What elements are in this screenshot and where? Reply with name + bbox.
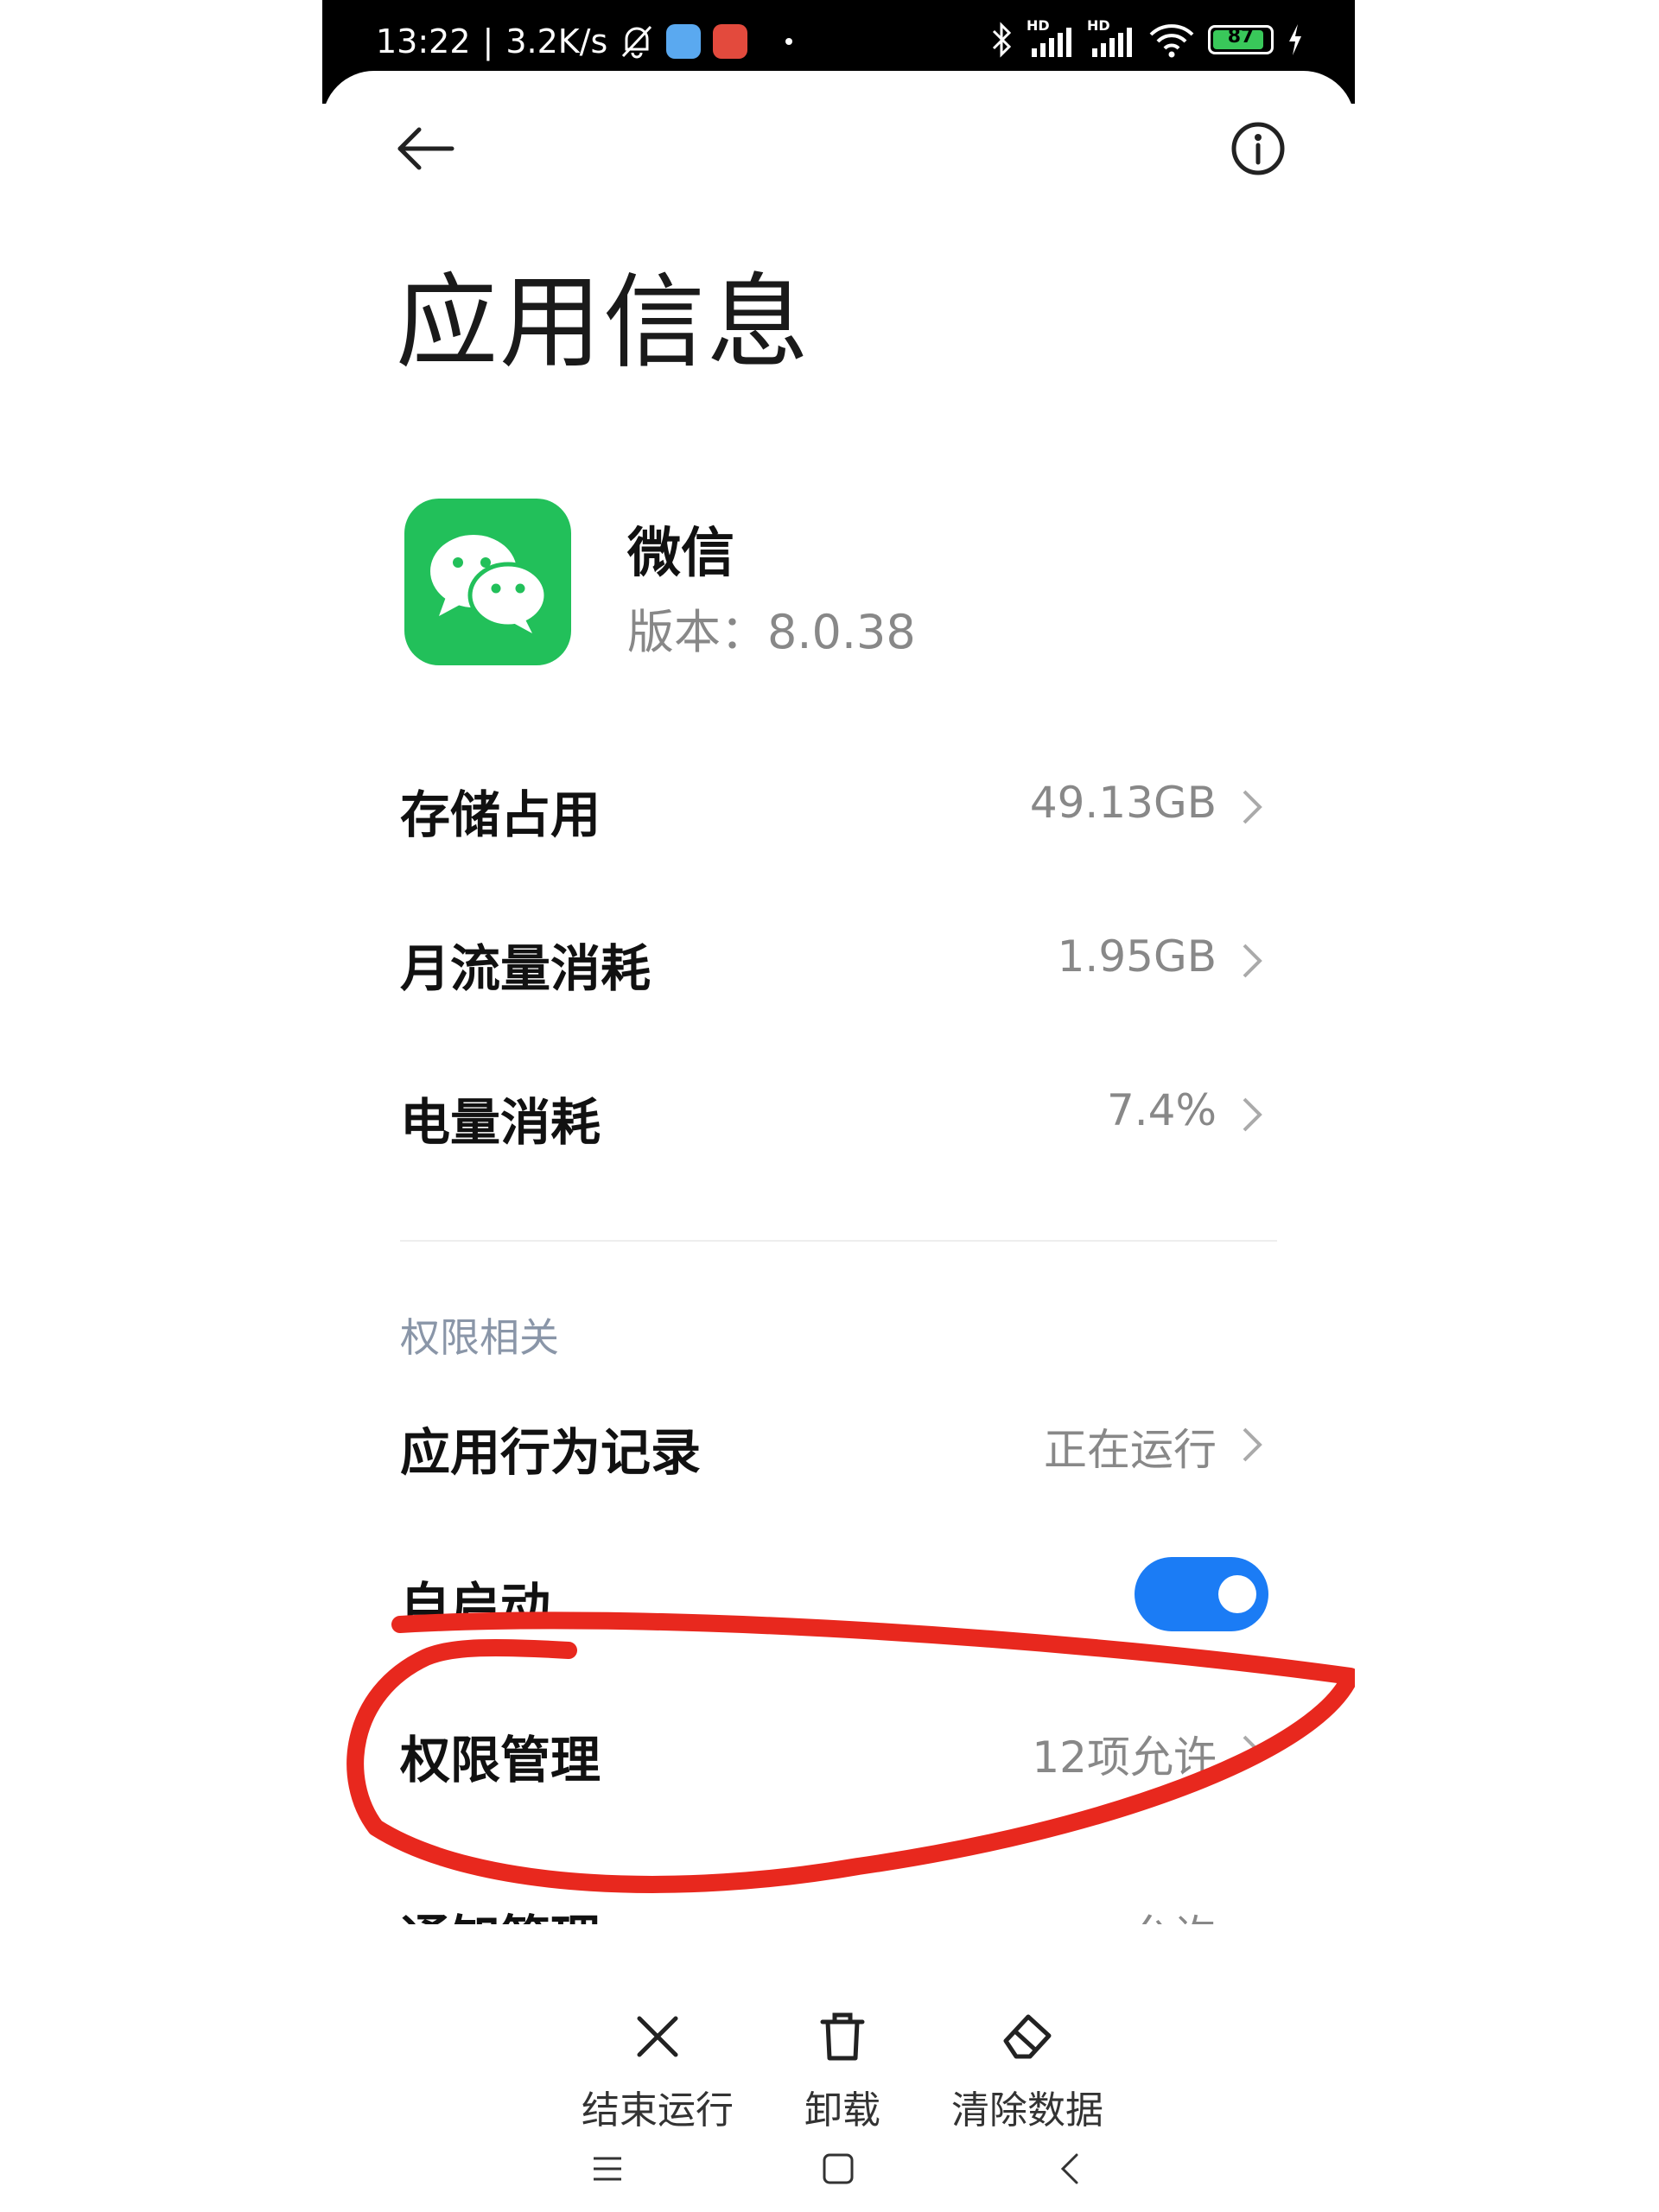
notification-value: 允许 xyxy=(1130,1902,1217,1924)
autostart-row[interactable]: 自启动 xyxy=(400,1545,1277,1649)
notification-label: 通知管理 xyxy=(400,1898,601,1924)
chevron-right-icon xyxy=(1243,1097,1262,1132)
app-behavior-row[interactable]: 应用行为记录 正在运行 xyxy=(400,1391,1277,1495)
home-icon[interactable] xyxy=(821,2152,855,2186)
clear-data-button[interactable]: 清除数据 xyxy=(915,2006,1140,2134)
close-icon xyxy=(637,2016,678,2057)
signal-2: HD xyxy=(1087,17,1135,59)
info-icon[interactable] xyxy=(1224,114,1293,183)
chevron-right-icon xyxy=(1243,790,1262,824)
wechat-logo-icon xyxy=(429,534,548,633)
page-title: 应用信息 xyxy=(396,263,811,382)
system-nav-bar xyxy=(322,2152,1355,2212)
menu-icon[interactable] xyxy=(590,2152,625,2186)
battery-usage-row[interactable]: 电量消耗 7.4% xyxy=(400,1061,1277,1165)
app-behavior-label: 应用行为记录 xyxy=(400,1423,702,1482)
permission-management-value: 12项允许 xyxy=(1032,1732,1217,1783)
app-name: 微信 xyxy=(627,521,735,584)
signal-1: HD xyxy=(1027,17,1075,59)
storage-value: 49.13GB xyxy=(1029,778,1217,828)
autostart-toggle[interactable] xyxy=(1135,1557,1268,1631)
app-version: 版本：8.0.38 xyxy=(627,605,916,659)
top-bar xyxy=(322,71,1355,218)
signal-bars-icon xyxy=(1032,28,1071,57)
status-time: 13:22 xyxy=(376,22,471,60)
chevron-right-icon xyxy=(1243,1735,1262,1770)
weather-app-icon xyxy=(666,24,702,59)
status-right: HD HD 87 xyxy=(988,17,1305,59)
status-speed: 3.2K/s xyxy=(505,22,608,60)
back-icon[interactable] xyxy=(1052,2152,1087,2186)
autostart-label: 自启动 xyxy=(400,1577,551,1636)
section-divider xyxy=(400,1240,1277,1242)
wifi-icon xyxy=(1149,24,1194,58)
app-behavior-value: 正在运行 xyxy=(1044,1425,1217,1475)
signal-bars-icon xyxy=(1092,28,1132,57)
wechat-app-icon xyxy=(404,499,571,665)
chevron-right-icon xyxy=(1243,1427,1262,1462)
charging-icon xyxy=(1289,24,1301,55)
data-usage-label: 月流量消耗 xyxy=(400,939,652,998)
back-arrow-icon[interactable] xyxy=(391,114,461,183)
trash-icon xyxy=(820,2012,865,2061)
bluetooth-icon xyxy=(992,22,1012,58)
bottom-actions: 结束运行 卸载 清除数据 xyxy=(322,2006,1355,2145)
battery-usage-value: 7.4% xyxy=(1106,1085,1217,1135)
permissions-section-label: 权限相关 xyxy=(400,1314,559,1361)
phone-screen: 13:22 | 3.2K/s HD HD 87 应用信息 微信 版本：8.0.3… xyxy=(322,0,1355,2212)
clear-data-label: 清除数据 xyxy=(951,2088,1103,2133)
mute-bell-icon xyxy=(622,25,652,59)
storage-label: 存储占用 xyxy=(400,785,601,844)
notification-row-partial[interactable]: 通知管理 允许 xyxy=(400,1864,1277,1924)
notification-app-icon xyxy=(713,24,748,59)
eraser-icon xyxy=(1003,2014,1052,2059)
data-usage-row[interactable]: 月流量消耗 1.95GB xyxy=(400,907,1277,1011)
more-notifications-dot xyxy=(785,38,793,45)
permission-management-label: 权限管理 xyxy=(400,1731,601,1789)
storage-row[interactable]: 存储占用 49.13GB xyxy=(400,753,1277,857)
permission-management-row[interactable]: 权限管理 12项允许 xyxy=(400,1699,1277,1802)
battery-level: 87 xyxy=(1227,26,1255,48)
battery-indicator: 87 xyxy=(1208,25,1274,54)
status-separator: | xyxy=(482,22,494,60)
app-header: 微信 版本：8.0.38 xyxy=(404,499,1268,671)
battery-usage-label: 电量消耗 xyxy=(400,1093,601,1152)
data-usage-value: 1.95GB xyxy=(1057,931,1217,982)
chevron-right-icon xyxy=(1243,944,1262,978)
toggle-knob xyxy=(1218,1575,1256,1613)
status-left: 13:22 | 3.2K/s xyxy=(376,22,793,60)
app-info-sheet: 应用信息 微信 版本：8.0.38 存储占用 49.13GB 月流量消耗 1.9… xyxy=(322,71,1355,2212)
